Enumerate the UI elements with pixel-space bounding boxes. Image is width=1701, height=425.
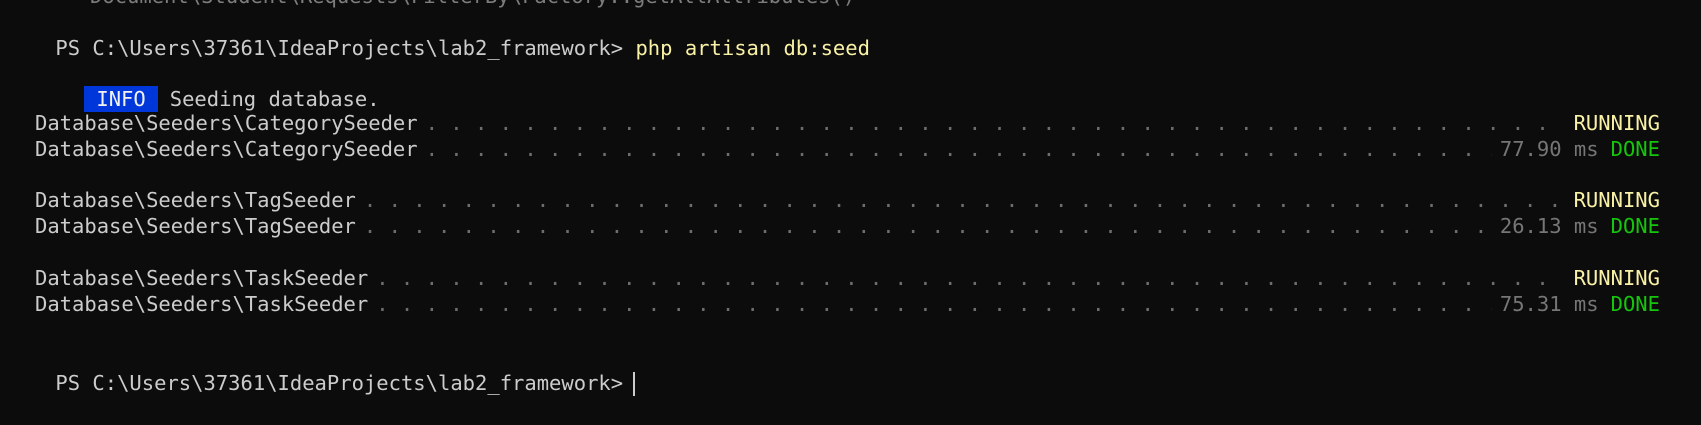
prompt-line-1: PS C:\Users\37361\IdeaProjects\lab2_fram…: [6, 6, 870, 60]
dot-leader: . . . . . . . . . . . . . . . . . . . . …: [363, 214, 1492, 238]
seeder-name: Database\Seeders\TagSeeder: [35, 188, 356, 212]
status-done: DONE: [1610, 214, 1660, 238]
text-cursor: [633, 372, 636, 396]
seeder-row: Database\Seeders\TaskSeeder . . . . . . …: [35, 290, 1660, 318]
seeder-row: Database\Seeders\TagSeeder . . . . . . .…: [35, 212, 1660, 240]
seeder-row: Database\Seeders\TagSeeder . . . . . . .…: [35, 186, 1660, 214]
prompt-line-2[interactable]: PS C:\Users\37361\IdeaProjects\lab2_fram…: [6, 341, 636, 396]
seeder-timing: 26.13 ms: [1499, 214, 1599, 238]
dot-leader: . . . . . . . . . . . . . . . . . . . . …: [363, 188, 1566, 212]
status-done: DONE: [1610, 137, 1660, 161]
seeder-name: Database\Seeders\CategorySeeder: [35, 111, 418, 135]
terminal-window[interactable]: Document\Student\Requests\FilterBy\Facto…: [0, 0, 1701, 415]
seeder-row: Database\Seeders\CategorySeeder . . . . …: [35, 109, 1660, 137]
seeder-name: Database\Seeders\TaskSeeder: [35, 292, 369, 316]
dot-leader: . . . . . . . . . . . . . . . . . . . . …: [425, 111, 1566, 135]
seeder-timing: 75.31 ms: [1499, 292, 1599, 316]
dot-leader: . . . . . . . . . . . . . . . . . . . . …: [425, 137, 1492, 161]
prompt-path: PS C:\Users\37361\IdeaProjects\lab2_fram…: [55, 371, 624, 395]
status-done: DONE: [1610, 292, 1660, 316]
status-running: RUNNING: [1573, 188, 1660, 212]
seeder-timing: 77.90 ms: [1499, 137, 1599, 161]
seeder-row: Database\Seeders\CategorySeeder . . . . …: [35, 135, 1660, 163]
seeder-name: Database\Seeders\TaskSeeder: [35, 266, 369, 290]
status-running: RUNNING: [1573, 266, 1660, 290]
status-running: RUNNING: [1573, 111, 1660, 135]
command-text: php artisan db:seed: [635, 36, 870, 60]
dot-leader: . . . . . . . . . . . . . . . . . . . . …: [376, 292, 1492, 316]
seeder-name: Database\Seeders\CategorySeeder: [35, 137, 418, 161]
info-message: Seeding database.: [169, 87, 380, 111]
seeder-row: Database\Seeders\TaskSeeder . . . . . . …: [35, 264, 1660, 292]
seeder-name: Database\Seeders\TagSeeder: [35, 214, 356, 238]
info-line: INFO Seeding database.: [35, 57, 380, 112]
dot-leader: . . . . . . . . . . . . . . . . . . . . …: [376, 266, 1565, 290]
